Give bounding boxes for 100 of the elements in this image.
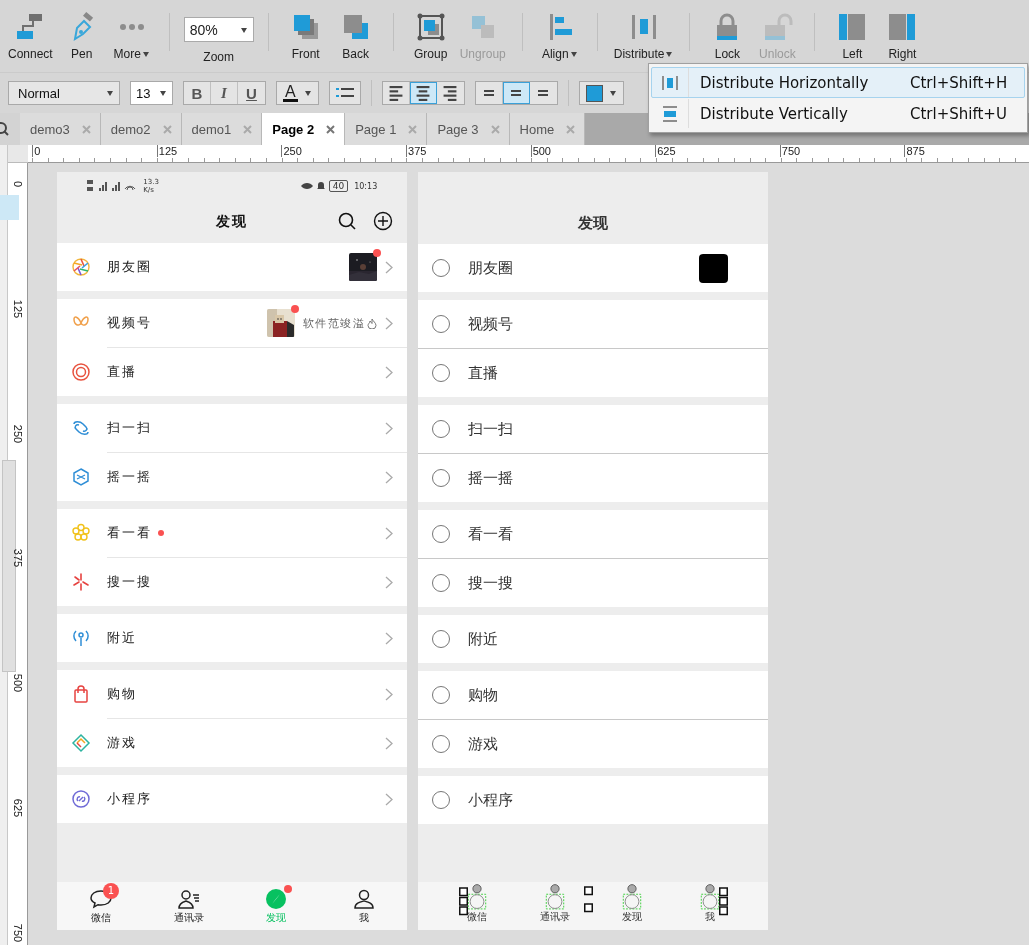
list-button[interactable] xyxy=(328,81,361,105)
tab-bar-item[interactable]: 通讯录 xyxy=(515,882,594,930)
bullet-list-icon xyxy=(335,86,354,100)
group-button[interactable]: Group xyxy=(407,11,454,61)
bold-button[interactable]: B xyxy=(184,82,211,104)
menu-row[interactable]: 看一看 xyxy=(418,510,769,558)
ruler-label: 500 xyxy=(11,674,24,693)
selection-handles-drawing[interactable] xyxy=(459,887,469,916)
caret-icon xyxy=(159,89,167,97)
align-button[interactable]: Align xyxy=(536,11,583,61)
page-tab[interactable]: Page 3 xyxy=(427,113,510,145)
menu-row[interactable]: 附近 xyxy=(418,615,769,663)
menu-row[interactable]: 游戏 xyxy=(418,720,769,768)
tab-bar-item[interactable]: 1 微信 xyxy=(57,882,145,930)
font-size-select[interactable]: 13 xyxy=(130,81,173,105)
page-title: 发现 xyxy=(578,214,609,233)
pen-button[interactable]: Pen xyxy=(58,11,105,61)
ruler-label: 375 xyxy=(11,549,24,568)
valign-middle-button[interactable] xyxy=(502,82,530,104)
person-icon xyxy=(351,887,376,911)
chevron-right-icon xyxy=(385,260,394,274)
ruler-label: 250 xyxy=(11,424,24,443)
chevron-right-icon xyxy=(385,631,394,645)
chevron-right-icon xyxy=(385,421,394,435)
connect-button[interactable]: Connect xyxy=(6,11,55,61)
menu-row[interactable]: 视频号 软件范竣溢 xyxy=(57,299,408,347)
tab-bar-item[interactable]: 发现 xyxy=(593,882,671,930)
left-button[interactable]: Left xyxy=(829,11,876,61)
search-icon[interactable] xyxy=(0,122,10,136)
menu-row[interactable]: 游戏 xyxy=(57,719,408,767)
selection-handles-drawing[interactable] xyxy=(719,887,729,916)
front-button[interactable]: Front xyxy=(282,11,329,61)
valign-bottom-button[interactable] xyxy=(529,82,557,104)
shortcut-label: Ctrl+Shift+H xyxy=(910,73,1009,92)
distribute-horizontal-icon xyxy=(661,73,679,92)
style-select[interactable]: Normal xyxy=(8,81,120,105)
menu-row[interactable]: 直播 xyxy=(57,348,408,396)
menu-row[interactable]: 搜一搜 xyxy=(57,558,408,606)
align-left-button[interactable] xyxy=(382,82,410,104)
menu-item[interactable]: Distribute Horizontally Ctrl+Shift+H xyxy=(651,67,1025,98)
tab-bar-item[interactable]: 通讯录 xyxy=(144,882,233,930)
menu-row[interactable]: 搜一搜 xyxy=(418,559,769,607)
tab-bar-item[interactable]: 微信 xyxy=(438,882,516,930)
tab-placeholder-drawing xyxy=(621,884,643,910)
menu-row[interactable]: 朋友圈 xyxy=(418,244,769,292)
caret-icon xyxy=(608,89,617,97)
menu-row[interactable]: 视频号 xyxy=(418,300,769,348)
menu-row[interactable]: 小程序 xyxy=(418,776,769,824)
distribute-button[interactable]: Distribute xyxy=(611,11,676,61)
menu-row[interactable]: 看一看 xyxy=(57,509,408,557)
caret-icon xyxy=(303,89,312,97)
scrollbar[interactable] xyxy=(2,460,16,672)
page-tab[interactable]: Page 1 xyxy=(345,113,428,145)
right-button[interactable]: Right xyxy=(879,11,926,61)
page-tab[interactable]: Home xyxy=(509,113,586,145)
tab-placeholder-drawing xyxy=(466,884,488,910)
close-icon[interactable] xyxy=(326,124,336,134)
menu-row[interactable]: 购物 xyxy=(57,670,408,718)
page-tab[interactable]: demo3 xyxy=(20,113,101,145)
menu-row[interactable]: 摇一摇 xyxy=(57,453,408,501)
align-right-icon xyxy=(443,85,458,101)
zoom-select[interactable]: 80% xyxy=(183,17,254,42)
add-icon[interactable] xyxy=(373,211,394,231)
menu-row[interactable]: 扫一扫 xyxy=(57,404,408,452)
tab-bar-item[interactable]: 我 xyxy=(319,882,408,930)
back-button[interactable]: Back xyxy=(332,11,379,61)
align-center-icon xyxy=(415,85,430,101)
menu-row[interactable]: 朋友圈 xyxy=(57,243,408,291)
scan-icon xyxy=(71,418,92,438)
align-center-button[interactable] xyxy=(409,82,437,104)
menu-row[interactable]: 购物 xyxy=(418,671,769,719)
ruler-label: 625 xyxy=(11,798,24,818)
align-right-button[interactable] xyxy=(436,82,464,104)
menu-row[interactable]: 直播 xyxy=(418,349,769,397)
lock-button[interactable]: Lock xyxy=(704,11,751,61)
search-icon[interactable] xyxy=(337,211,358,231)
page-tab[interactable]: Page 2 xyxy=(262,113,346,145)
selection-handles-drawing[interactable] xyxy=(584,886,594,915)
italic-button[interactable]: I xyxy=(211,82,238,104)
shortcut-label: Ctrl+Shift+U xyxy=(910,104,1008,123)
more-button[interactable]: More xyxy=(108,11,155,61)
menu-row[interactable]: 附近 xyxy=(57,614,408,662)
hexagon-icon xyxy=(71,467,92,487)
tab-placeholder-drawing xyxy=(543,884,566,910)
menu-row[interactable]: 扫一扫 xyxy=(418,405,769,453)
valign-top-button[interactable] xyxy=(475,82,503,104)
page-tab[interactable]: demo2 xyxy=(100,113,182,145)
chevron-right-icon xyxy=(385,316,394,330)
chat-icon xyxy=(89,887,113,911)
status-time: 10:13 xyxy=(354,181,378,191)
text-color-button[interactable]: A xyxy=(276,81,319,105)
menu-row[interactable]: 摇一摇 xyxy=(418,454,769,502)
tab-bar-item[interactable]: 我 xyxy=(670,882,749,930)
menu-item[interactable]: Distribute Vertically Ctrl+Shift+U xyxy=(651,98,1025,129)
valign-middle-icon xyxy=(509,90,522,96)
page-tab[interactable]: demo1 xyxy=(181,113,263,145)
fill-color-button[interactable] xyxy=(578,81,624,105)
underline-button[interactable]: U xyxy=(238,82,265,104)
menu-row[interactable]: 小程序 xyxy=(57,775,408,823)
ruler-label: 500 xyxy=(530,145,551,157)
